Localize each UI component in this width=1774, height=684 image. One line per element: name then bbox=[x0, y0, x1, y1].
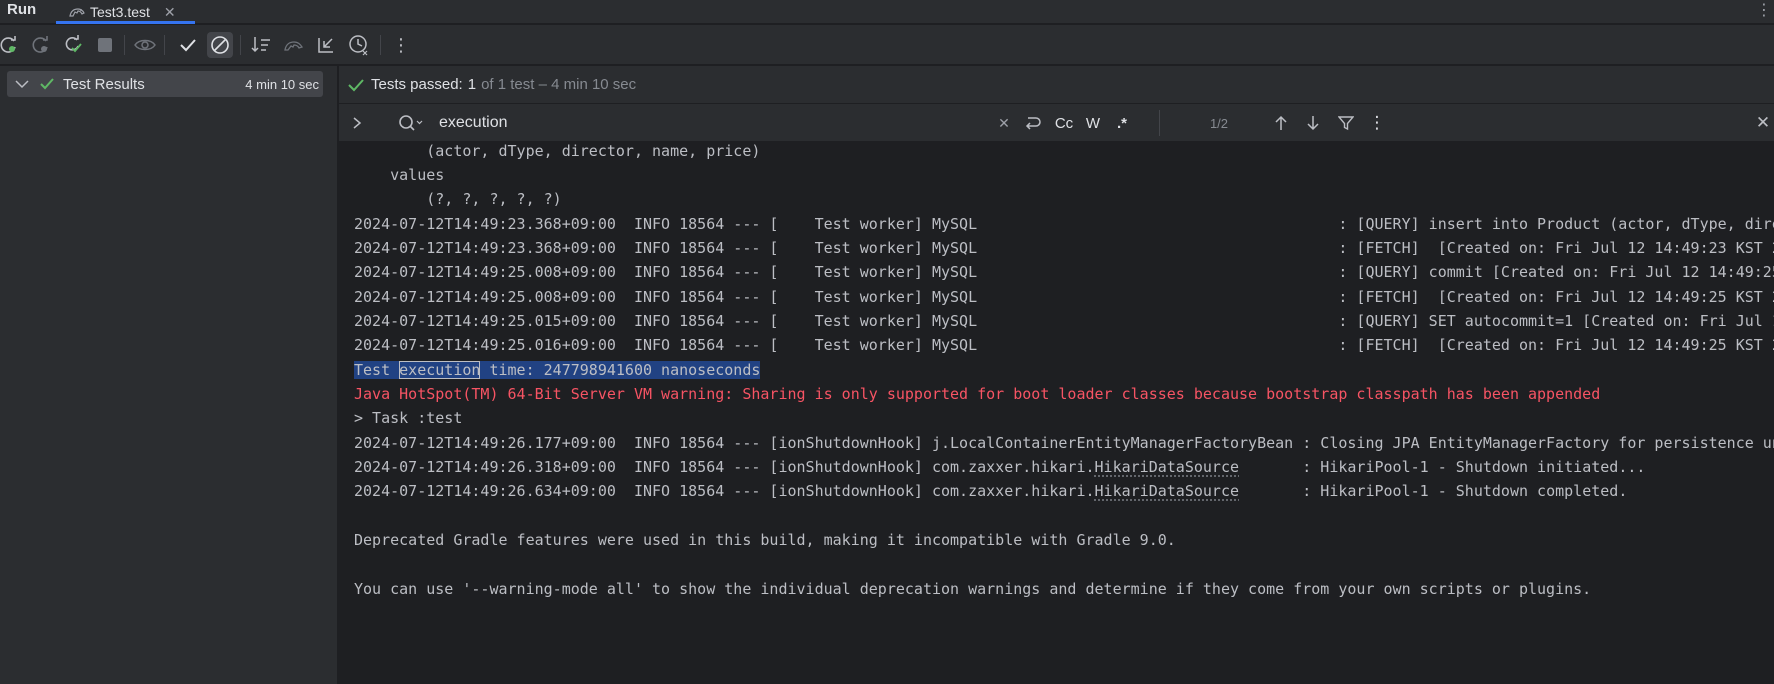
import-tests-icon bbox=[284, 41, 304, 51]
search-more-icon[interactable]: ⋮ bbox=[1367, 104, 1387, 142]
filter-search-button[interactable] bbox=[1335, 104, 1357, 142]
close-search-icon[interactable]: ✕ bbox=[1753, 104, 1773, 142]
run-window-title: Run bbox=[7, 1, 37, 18]
gradle-icon bbox=[69, 8, 85, 17]
search-icon bbox=[399, 115, 423, 131]
match-case-toggle[interactable]: Cc bbox=[1051, 104, 1077, 142]
console-line: You can use '--warning-mode all' to show… bbox=[354, 580, 1592, 598]
search-match-current: execution bbox=[399, 361, 481, 379]
words-toggle[interactable]: W bbox=[1081, 104, 1105, 142]
expand-replace-button[interactable] bbox=[347, 104, 367, 142]
rerun-button[interactable] bbox=[0, 32, 22, 58]
console-line-highlighted: Test execution time: 247798941600 nanose… bbox=[354, 358, 761, 382]
search-match-context: Test bbox=[354, 361, 400, 379]
search-divider bbox=[1159, 110, 1160, 136]
active-tab-indicator bbox=[56, 21, 195, 24]
show-ignored-icon bbox=[211, 36, 229, 54]
check-icon bbox=[40, 78, 54, 90]
new-line-icon bbox=[1025, 117, 1041, 130]
search-input[interactable] bbox=[439, 113, 859, 133]
arrow-down-icon bbox=[1307, 116, 1319, 131]
show-ignored-button[interactable] bbox=[207, 32, 233, 58]
class-link[interactable]: HikariDataSource bbox=[1095, 482, 1240, 500]
search-match-context: time: 247798941600 nanoseconds bbox=[480, 361, 761, 379]
rerun-failed-button[interactable] bbox=[28, 32, 54, 58]
import-tests-button[interactable] bbox=[281, 32, 307, 58]
next-occurrence-button[interactable] bbox=[1303, 104, 1323, 142]
sort-icon bbox=[251, 37, 270, 53]
console-line: 2024-07-12T14:49:26.634+09:00 INFO 18564… bbox=[354, 479, 1627, 503]
console-line: 2024-07-12T14:49:26.177+09:00 INFO 18564… bbox=[354, 434, 1774, 452]
class-link[interactable]: HikariDataSource bbox=[1095, 458, 1240, 476]
log-message: : HikariPool-1 - Shutdown initiated... bbox=[1239, 458, 1646, 476]
log-prefix: 2024-07-12T14:49:26.318+09:00 INFO 18564… bbox=[354, 458, 1095, 476]
console-line: Deprecated Gradle features were used in … bbox=[354, 531, 1176, 549]
log-message: : HikariPool-1 - Shutdown completed. bbox=[1239, 482, 1628, 500]
log-prefix: 2024-07-12T14:49:26.634+09:00 INFO 18564… bbox=[354, 482, 1095, 500]
console-line: 2024-07-12T14:49:26.318+09:00 INFO 18564… bbox=[354, 455, 1645, 479]
tool-window-tabbar: Run Test3.test ✕ ⋮ bbox=[0, 0, 1774, 24]
console-line: (?, ?, ?, ?, ?) bbox=[354, 190, 562, 208]
toolbar-separator bbox=[124, 35, 125, 55]
console-line: 2024-07-12T14:49:25.016+09:00 INFO 18564… bbox=[354, 336, 1774, 354]
more-icon[interactable]: ⋮ bbox=[388, 32, 414, 58]
toggle-autotest-icon bbox=[65, 35, 82, 53]
toolbar-separator bbox=[380, 35, 381, 55]
toggle-autotest-button[interactable] bbox=[60, 32, 86, 58]
sort-button[interactable] bbox=[248, 32, 274, 58]
console-line: (actor, dType, director, name, price) bbox=[354, 142, 761, 160]
collapse-all-button[interactable] bbox=[313, 32, 339, 58]
toolbar-separator bbox=[164, 35, 165, 55]
clear-search-icon[interactable]: ✕ bbox=[994, 104, 1014, 142]
close-tab-icon[interactable]: ✕ bbox=[164, 4, 176, 21]
arrow-up-icon bbox=[1275, 115, 1287, 130]
history-button[interactable] bbox=[346, 32, 372, 58]
search-history-button[interactable] bbox=[395, 104, 427, 142]
regex-toggle[interactable]: .* bbox=[1109, 104, 1135, 142]
console-output[interactable]: (actor, dType, director, name, price) va… bbox=[339, 142, 1774, 684]
chevron-right-icon bbox=[353, 117, 362, 129]
tree-item-label: Test Results bbox=[63, 75, 145, 93]
test-tree-panel: Test Results 4 min 10 sec bbox=[0, 66, 338, 684]
tree-item-duration: 4 min 10 sec bbox=[245, 76, 319, 92]
console-line-warning: Java HotSpot(TM) 64-Bit Server VM warnin… bbox=[354, 385, 1601, 403]
test-status-bar: Tests passed: 1 of 1 test – 4 min 10 sec bbox=[339, 66, 1774, 104]
more-options-icon[interactable]: ⋮ bbox=[1756, 0, 1772, 20]
new-line-button[interactable] bbox=[1019, 104, 1045, 142]
console-line: values bbox=[354, 166, 445, 184]
stop-button[interactable] bbox=[92, 32, 118, 58]
show-passed-icon bbox=[180, 39, 196, 52]
show-passed-toggle[interactable] bbox=[132, 32, 158, 58]
filter-icon bbox=[1338, 116, 1354, 131]
console-line: 2024-07-12T14:49:25.008+09:00 INFO 18564… bbox=[354, 263, 1774, 281]
console-line: 2024-07-12T14:49:25.008+09:00 INFO 18564… bbox=[354, 288, 1774, 306]
console-line: 2024-07-12T14:49:23.368+09:00 INFO 18564… bbox=[354, 239, 1774, 257]
console-line: 2024-07-12T14:49:23.368+09:00 INFO 18564… bbox=[354, 215, 1774, 233]
stop-icon bbox=[98, 38, 112, 52]
show-passed-button[interactable] bbox=[175, 32, 201, 58]
status-summary: of 1 test – 4 min 10 sec bbox=[481, 76, 637, 93]
toolbar-separator bbox=[240, 35, 241, 55]
tree-item-test-results[interactable]: Test Results 4 min 10 sec bbox=[7, 71, 323, 97]
eye-icon bbox=[134, 39, 156, 51]
search-result-count: 1/2 bbox=[1209, 115, 1229, 131]
previous-occurrence-button[interactable] bbox=[1271, 104, 1291, 142]
rerun-icon bbox=[0, 36, 16, 53]
console-line: > Task :test bbox=[354, 409, 463, 427]
tab-test3-test[interactable]: Test3.test ✕ bbox=[56, 0, 195, 24]
console-search-bar: ✕ Cc W .* 1/2 ⋮ ✕ bbox=[339, 104, 1774, 142]
tab-label: Test3.test bbox=[90, 4, 150, 20]
rerun-failed-icon bbox=[32, 36, 48, 53]
check-icon bbox=[348, 78, 364, 91]
console-line: 2024-07-12T14:49:25.015+09:00 INFO 18564… bbox=[354, 312, 1774, 330]
status-passed-count: 1 bbox=[467, 76, 477, 93]
run-toolbar: ⋮ bbox=[0, 25, 1774, 65]
status-text: Tests passed: bbox=[371, 76, 463, 93]
history-icon bbox=[349, 35, 368, 56]
collapse-icon bbox=[318, 38, 333, 53]
chevron-down-icon[interactable] bbox=[13, 78, 31, 90]
